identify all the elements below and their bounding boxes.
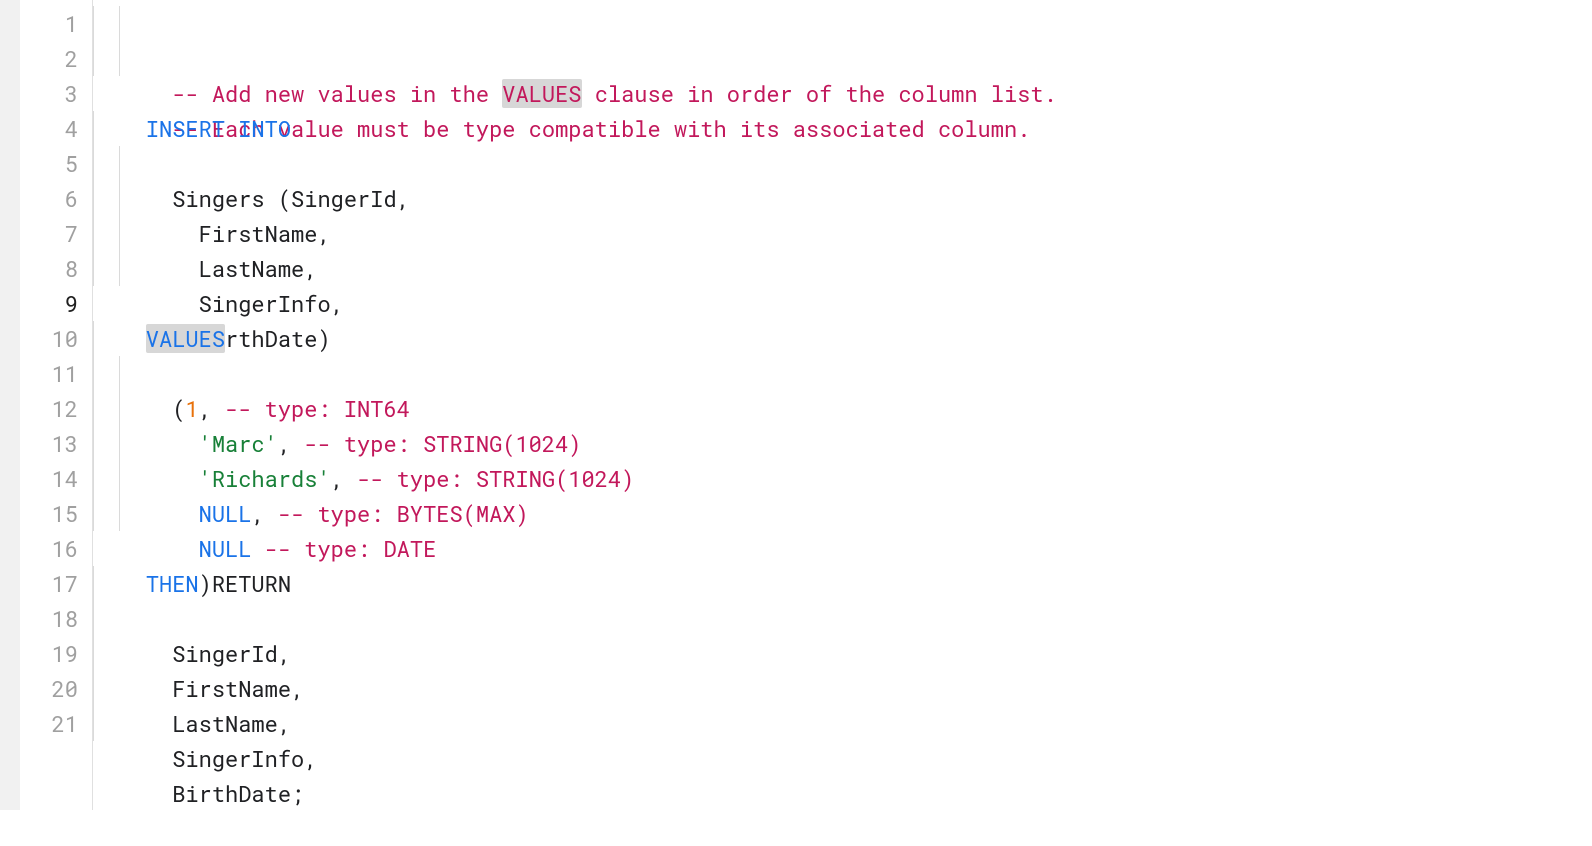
line-number[interactable]: 13 — [20, 426, 92, 461]
code-line[interactable]: FirstName, — [93, 146, 1592, 181]
sql-punct: , — [304, 254, 317, 283]
line-number[interactable]: 14 — [20, 461, 92, 496]
sql-string: 'Richards' — [199, 464, 331, 493]
sql-comment: -- type: INT64 — [225, 394, 410, 423]
sql-identifier: SingerId — [291, 184, 397, 213]
sql-identifier: LastName — [146, 709, 278, 738]
code-line[interactable]: -- Add new values in the VALUES clause i… — [93, 6, 1592, 41]
sql-paren: ) — [317, 324, 330, 353]
line-number[interactable]: 19 — [20, 636, 92, 671]
sql-punct: , — [278, 709, 291, 738]
sql-identifier: SingerId — [146, 639, 278, 668]
line-number[interactable]: 8 — [20, 251, 92, 286]
sql-identifier: Singers — [146, 184, 278, 213]
sql-comment: -- Add new values in the — [146, 79, 502, 108]
code-line[interactable]: 'Marc', -- type: STRING(1024) — [93, 356, 1592, 391]
sql-paren: ( — [278, 184, 291, 213]
code-line[interactable]: SingerInfo, — [93, 671, 1592, 706]
sql-keyword: THEN — [146, 569, 199, 598]
sql-punct: , — [278, 639, 291, 668]
line-number[interactable]: 3 — [20, 76, 92, 111]
sql-comment: clause in order of the column list. — [582, 79, 1057, 108]
sql-identifier: RETURN — [212, 569, 291, 598]
sql-identifier: LastName — [146, 254, 304, 283]
sql-punct: , — [331, 289, 344, 318]
line-number[interactable]: 6 — [20, 181, 92, 216]
sql-identifier: FirstName — [146, 219, 318, 248]
sql-punct: , — [278, 429, 291, 458]
sql-comment: -- type: DATE — [265, 534, 437, 563]
sql-punct: , — [304, 744, 317, 773]
highlighted-match: VALUES — [502, 79, 581, 108]
line-number[interactable]: 10 — [20, 321, 92, 356]
line-number[interactable]: 12 — [20, 391, 92, 426]
sql-punct: , — [199, 394, 212, 423]
line-number[interactable]: 21 — [20, 706, 92, 741]
sql-comment: -- type: BYTES(MAX) — [278, 499, 529, 528]
sql-keyword: INSERT INTO — [146, 114, 291, 143]
line-number[interactable]: 7 — [20, 216, 92, 251]
code-line[interactable]: SingerId, — [93, 566, 1592, 601]
sql-null: NULL — [199, 534, 252, 563]
sql-identifier: SingerInfo — [146, 289, 331, 318]
sql-string: 'Marc' — [199, 429, 278, 458]
code-line[interactable]: -- Each value must be type compatible wi… — [93, 41, 1592, 76]
sql-punct: , — [317, 219, 330, 248]
line-number-current[interactable]: 9 — [20, 286, 92, 321]
sql-comment: -- type: STRING(1024) — [357, 464, 634, 493]
sql-comment: -- type: STRING(1024) — [304, 429, 581, 458]
sql-punct: ; — [291, 779, 304, 808]
sql-null: NULL — [199, 499, 252, 528]
sql-identifier: SingerInfo — [146, 744, 304, 773]
line-number[interactable]: 15 — [20, 496, 92, 531]
sql-identifier: BirthDate — [146, 779, 291, 808]
highlighted-match: VALUES — [146, 324, 225, 353]
line-number-gutter: 1 2 3 4 5 6 7 8 9 10 11 12 13 14 15 16 1… — [20, 0, 92, 810]
line-number[interactable]: 2 — [20, 41, 92, 76]
line-number[interactable]: 4 — [20, 111, 92, 146]
code-line[interactable]: BirthDate) — [93, 251, 1592, 286]
line-number[interactable]: 20 — [20, 671, 92, 706]
line-number[interactable]: 18 — [20, 601, 92, 636]
line-number[interactable]: 5 — [20, 146, 92, 181]
sql-punct: , — [331, 464, 344, 493]
line-number[interactable]: 11 — [20, 356, 92, 391]
code-line[interactable]: LastName, — [93, 636, 1592, 671]
code-line[interactable]: FirstName, — [93, 601, 1592, 636]
line-number[interactable]: 16 — [20, 531, 92, 566]
sql-punct: , — [291, 674, 304, 703]
sql-paren: ( — [172, 394, 185, 423]
sql-identifier: FirstName — [146, 674, 291, 703]
code-editor[interactable]: -- Add new values in the VALUES clause i… — [93, 0, 1592, 810]
sql-punct: , — [397, 184, 410, 213]
sql-punct: , — [251, 499, 264, 528]
sql-number: 1 — [185, 394, 198, 423]
line-number[interactable]: 1 — [20, 6, 92, 41]
line-number[interactable]: 17 — [20, 566, 92, 601]
left-margin — [0, 0, 20, 810]
code-line[interactable]: BirthDate; — [93, 706, 1592, 741]
